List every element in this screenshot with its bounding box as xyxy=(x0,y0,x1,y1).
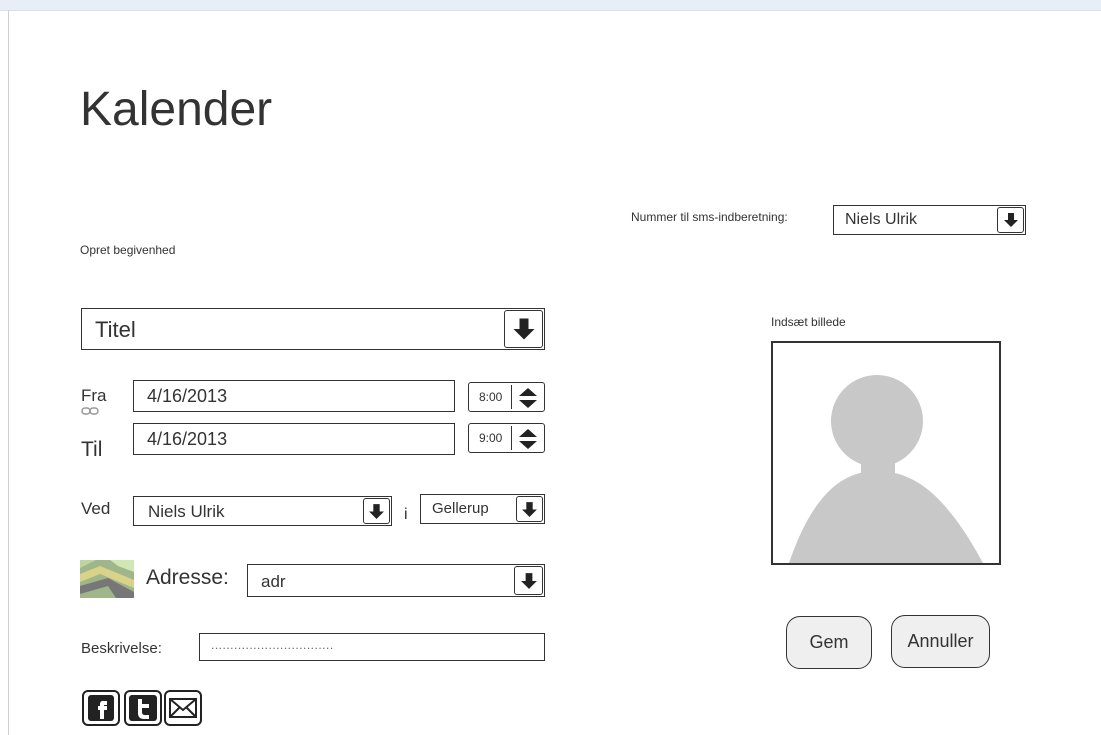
person-dropdown-button[interactable] xyxy=(363,498,390,524)
address-select[interactable]: adr xyxy=(247,564,545,597)
to-date-input[interactable]: 4/16/2013 xyxy=(133,423,455,455)
person-placeholder-icon xyxy=(789,375,983,563)
in-label: i xyxy=(404,506,408,523)
cancel-button[interactable]: Annuller xyxy=(891,615,990,668)
title-dropdown-button[interactable] xyxy=(504,310,543,348)
link-icon[interactable] xyxy=(81,406,99,416)
sms-dropdown-button[interactable] xyxy=(997,207,1024,233)
arrow-down-icon xyxy=(513,318,534,340)
from-time-value: 8:00 xyxy=(479,390,503,404)
to-date-value: 4/16/2013 xyxy=(147,429,228,449)
map-icon[interactable] xyxy=(80,560,134,598)
address-dropdown-button[interactable] xyxy=(514,566,543,595)
section-label: Opret begivenhed xyxy=(80,243,176,257)
from-time-stepper[interactable]: 8:00 xyxy=(468,382,545,412)
browser-top-border xyxy=(0,0,1101,11)
address-value: adr xyxy=(261,572,286,591)
page-title: Kalender xyxy=(80,83,273,136)
facebook-icon[interactable] xyxy=(82,690,120,726)
arrow-down-icon xyxy=(1003,213,1018,227)
from-date-input[interactable]: 4/16/2013 xyxy=(133,380,455,412)
location-value: Gellerup xyxy=(432,500,489,517)
up-down-arrows-icon[interactable] xyxy=(517,428,539,450)
page-left-border xyxy=(8,10,9,735)
arrow-down-icon xyxy=(520,572,537,589)
save-button[interactable]: Gem xyxy=(786,616,872,669)
arrow-down-icon xyxy=(369,503,384,519)
from-date-value: 4/16/2013 xyxy=(147,386,228,406)
location-select[interactable]: Gellerup xyxy=(420,494,545,524)
address-label: Adresse: xyxy=(146,566,229,589)
email-icon[interactable] xyxy=(164,690,202,726)
at-label: Ved xyxy=(81,499,111,518)
description-placeholder: ................................ xyxy=(211,638,334,652)
sms-select[interactable]: Niels Ulrik xyxy=(833,205,1026,235)
sms-label: Nummer til sms-indberetning: xyxy=(631,210,788,224)
sms-selected-value: Niels Ulrik xyxy=(845,211,917,228)
to-time-stepper[interactable]: 9:00 xyxy=(468,423,545,453)
title-select[interactable]: Titel xyxy=(81,308,545,350)
photo-upload-area[interactable] xyxy=(771,341,1001,565)
title-value: Titel xyxy=(95,317,136,342)
person-select[interactable]: Niels Ulrik xyxy=(133,496,392,526)
description-label: Beskrivelse: xyxy=(81,640,162,657)
to-time-divider xyxy=(511,426,512,450)
photo-label: Indsæt billede xyxy=(771,315,846,329)
to-time-value: 9:00 xyxy=(479,431,503,445)
to-label: Til xyxy=(81,438,103,461)
twitter-icon[interactable] xyxy=(124,690,162,726)
up-down-arrows-icon[interactable] xyxy=(517,387,539,409)
location-dropdown-button[interactable] xyxy=(516,496,543,522)
person-value: Niels Ulrik xyxy=(148,502,225,521)
description-input[interactable]: ................................ xyxy=(199,633,545,661)
arrow-down-icon xyxy=(522,501,537,517)
from-label: Fra xyxy=(81,386,107,405)
from-time-divider xyxy=(511,385,512,409)
